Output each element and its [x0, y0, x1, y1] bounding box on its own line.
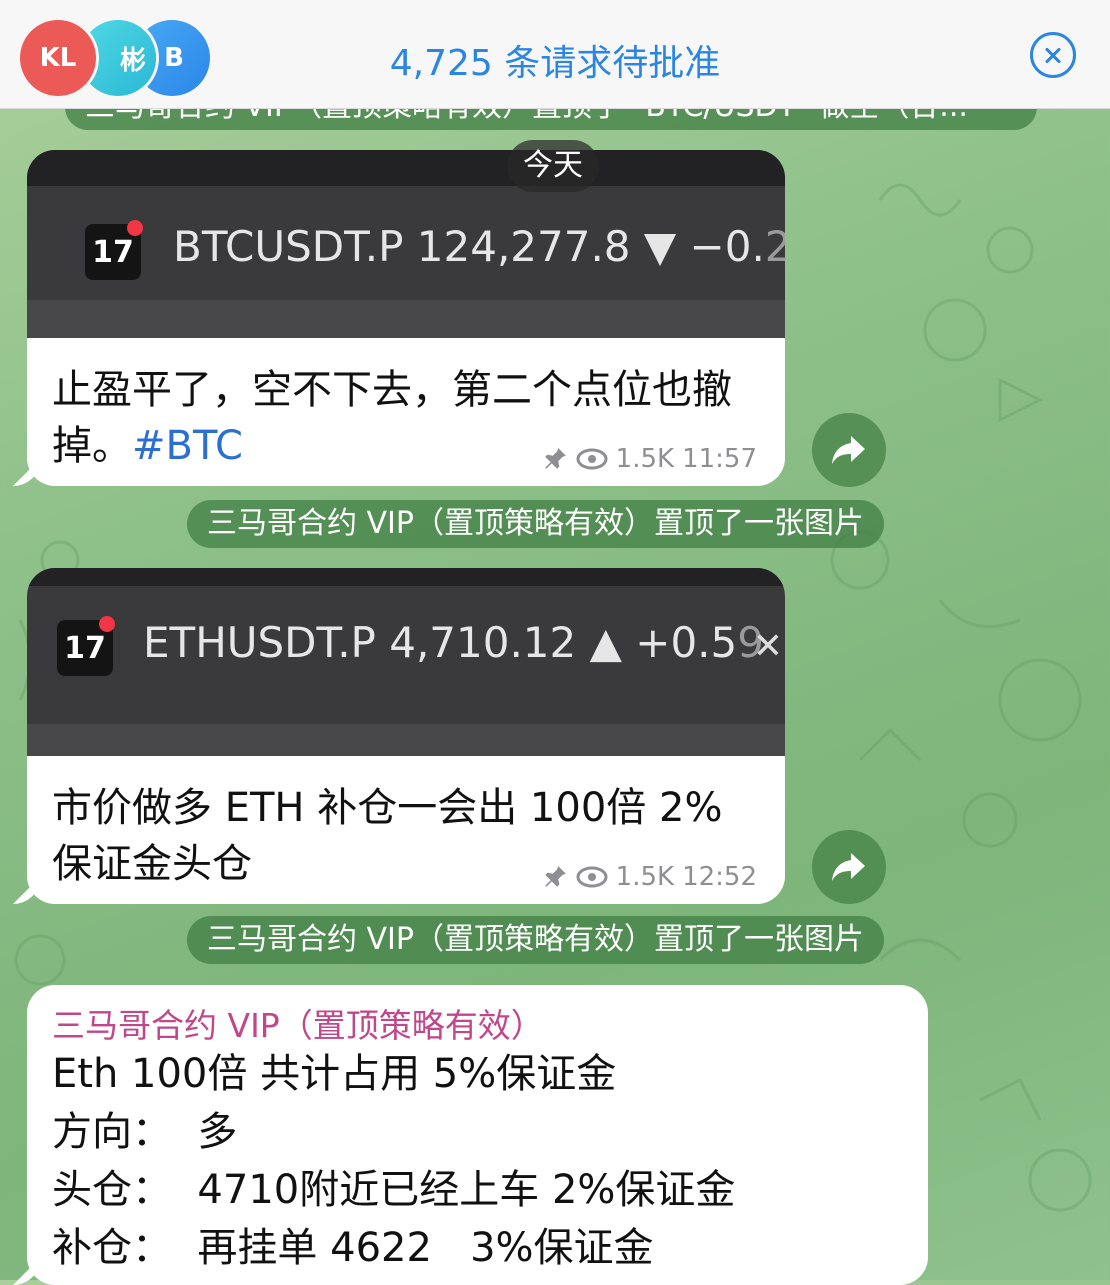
- date-separator: 今天: [507, 140, 599, 192]
- eye-icon: [576, 866, 608, 888]
- tradingview-logo: 17: [57, 616, 115, 676]
- message-bubble[interactable]: 三马哥合约 VIP（置顶策略有效） Eth 100倍 共计占用 5%保证金 方向…: [27, 985, 928, 1285]
- message-line: 补仓： 再挂单 4622 3%保证金: [52, 1225, 654, 1271]
- join-requests-banner[interactable]: B 彬 KL 4,725 条请求待批准: [0, 0, 1110, 109]
- pin-icon: [544, 448, 566, 469]
- message-bubble[interactable]: 17 ETHUSDT.P 4,710.12 ▲ +0.59 ✕ 市价做多 ETH…: [27, 568, 785, 904]
- message-line: Eth 100倍 共计占用 5%保证金: [52, 1051, 617, 1097]
- message-time: 11:57: [682, 444, 757, 474]
- service-message: 三马哥合约 VIP（置顶策略有效）置顶了一张图片: [187, 500, 884, 548]
- chart-screenshot[interactable]: 17 BTCUSDT.P 124,277.8 ▼ −0.2: [27, 150, 785, 338]
- close-icon: ✕: [752, 626, 783, 667]
- avatar: KL: [20, 20, 96, 96]
- ticker-readout: BTCUSDT.P 124,277.8 ▼ −0.2: [173, 222, 785, 271]
- eye-icon: [576, 448, 608, 470]
- tradingview-logo: 17: [85, 220, 143, 280]
- forward-button[interactable]: [812, 413, 886, 487]
- message-meta: 1.5K 12:52: [542, 862, 757, 892]
- message-bubble[interactable]: 17 BTCUSDT.P 124,277.8 ▼ −0.2 止盈平了，空不下去，…: [27, 150, 785, 486]
- hashtag-link[interactable]: #BTC: [132, 423, 243, 469]
- service-message: 三马哥合约 VIP（置顶策略有效）置顶了一张图片: [187, 916, 884, 964]
- message-meta: 1.5K 11:57: [542, 444, 757, 474]
- view-count: 1.5K: [615, 444, 675, 474]
- close-icon[interactable]: [1030, 32, 1076, 78]
- message-line: 方向： 多: [52, 1109, 238, 1155]
- chart-screenshot[interactable]: 17 ETHUSDT.P 4,710.12 ▲ +0.59 ✕: [27, 568, 785, 756]
- pin-icon: [544, 866, 566, 887]
- share-icon: [832, 436, 865, 464]
- ticker-readout: ETHUSDT.P 4,710.12 ▲ +0.59: [143, 618, 764, 667]
- message-time: 12:52: [682, 862, 757, 892]
- forward-button[interactable]: [812, 830, 886, 904]
- message-text: Eth 100倍 共计占用 5%保证金 方向： 多 头仓： 4710附近已经上车…: [52, 1045, 735, 1277]
- view-count: 1.5K: [615, 862, 675, 892]
- sender-name[interactable]: 三马哥合约 VIP（置顶策略有效）: [52, 999, 544, 1047]
- share-icon: [832, 853, 865, 881]
- message-line: 头仓： 4710附近已经上车 2%保证金: [52, 1167, 736, 1213]
